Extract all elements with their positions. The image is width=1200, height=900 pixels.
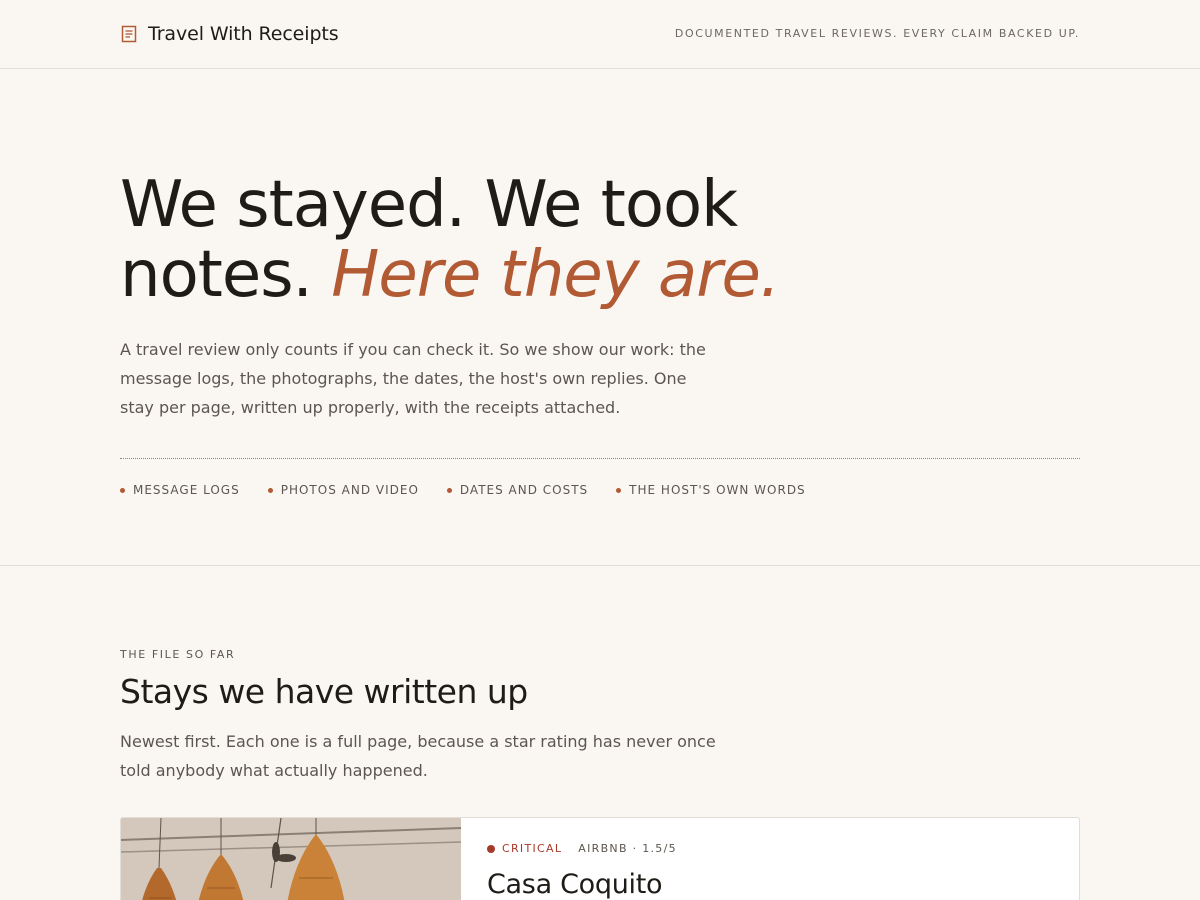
evidence-item: MESSAGE LOGS [120, 483, 240, 497]
site-header: Travel With Receipts DOCUMENTED TRAVEL R… [0, 0, 1200, 69]
hero-section: We stayed. We took notes. Here they are. [120, 170, 1080, 310]
evidence-label: PHOTOS AND VIDEO [280, 483, 419, 497]
hero-divider [120, 458, 1080, 459]
evidence-item: DATES AND COSTS [446, 483, 589, 497]
hero-lede: A travel review only counts if you can c… [120, 340, 706, 417]
brand-link[interactable]: Travel With Receipts [120, 20, 339, 48]
bullet-dot-icon [616, 487, 622, 493]
receipt-icon [121, 25, 137, 43]
section-eyebrow: THE FILE SO FAR [120, 648, 236, 661]
critical-dot-icon [487, 844, 495, 853]
pendant-lamps-photo [121, 818, 461, 900]
stay-card[interactable]: CRITICAL AIRBNB · 1.5/5 Casa Coquito [120, 817, 1080, 900]
bullet-dot-icon [267, 487, 273, 493]
stay-title: Casa Coquito [487, 869, 663, 900]
section-title: Stays we have written up [120, 672, 528, 711]
verdict-badge: CRITICAL [487, 842, 562, 855]
evidence-label: DATES AND COSTS [459, 483, 589, 497]
stay-photo [121, 818, 461, 900]
hero-title: We stayed. We took notes. Here they are. [120, 170, 840, 310]
evidence-item: THE HOST'S OWN WORDS [616, 483, 806, 497]
brand-name: Travel With Receipts [148, 23, 339, 45]
evidence-item: PHOTOS AND VIDEO [267, 483, 419, 497]
section-divider [0, 565, 1200, 566]
bullet-dot-icon [446, 487, 452, 493]
section-lede: Newest first. Each one is a full page, b… [120, 732, 716, 780]
bullet-dot-icon [120, 487, 125, 493]
evidence-label: MESSAGE LOGS [133, 483, 240, 497]
site-tagline: DOCUMENTED TRAVEL REVIEWS. EVERY CLAIM B… [674, 27, 1080, 40]
evidence-list: MESSAGE LOGS PHOTOS AND VIDEO DATES AND … [120, 483, 806, 497]
platform-rating: AIRBNB · 1.5/5 [578, 842, 677, 855]
stay-card-body: CRITICAL AIRBNB · 1.5/5 Casa Coquito [487, 842, 677, 900]
verdict-label: CRITICAL [502, 842, 563, 855]
evidence-label: THE HOST'S OWN WORDS [629, 483, 806, 497]
hero-title-accent: Here they are. [331, 238, 780, 312]
stay-meta: CRITICAL AIRBNB · 1.5/5 [487, 842, 677, 855]
